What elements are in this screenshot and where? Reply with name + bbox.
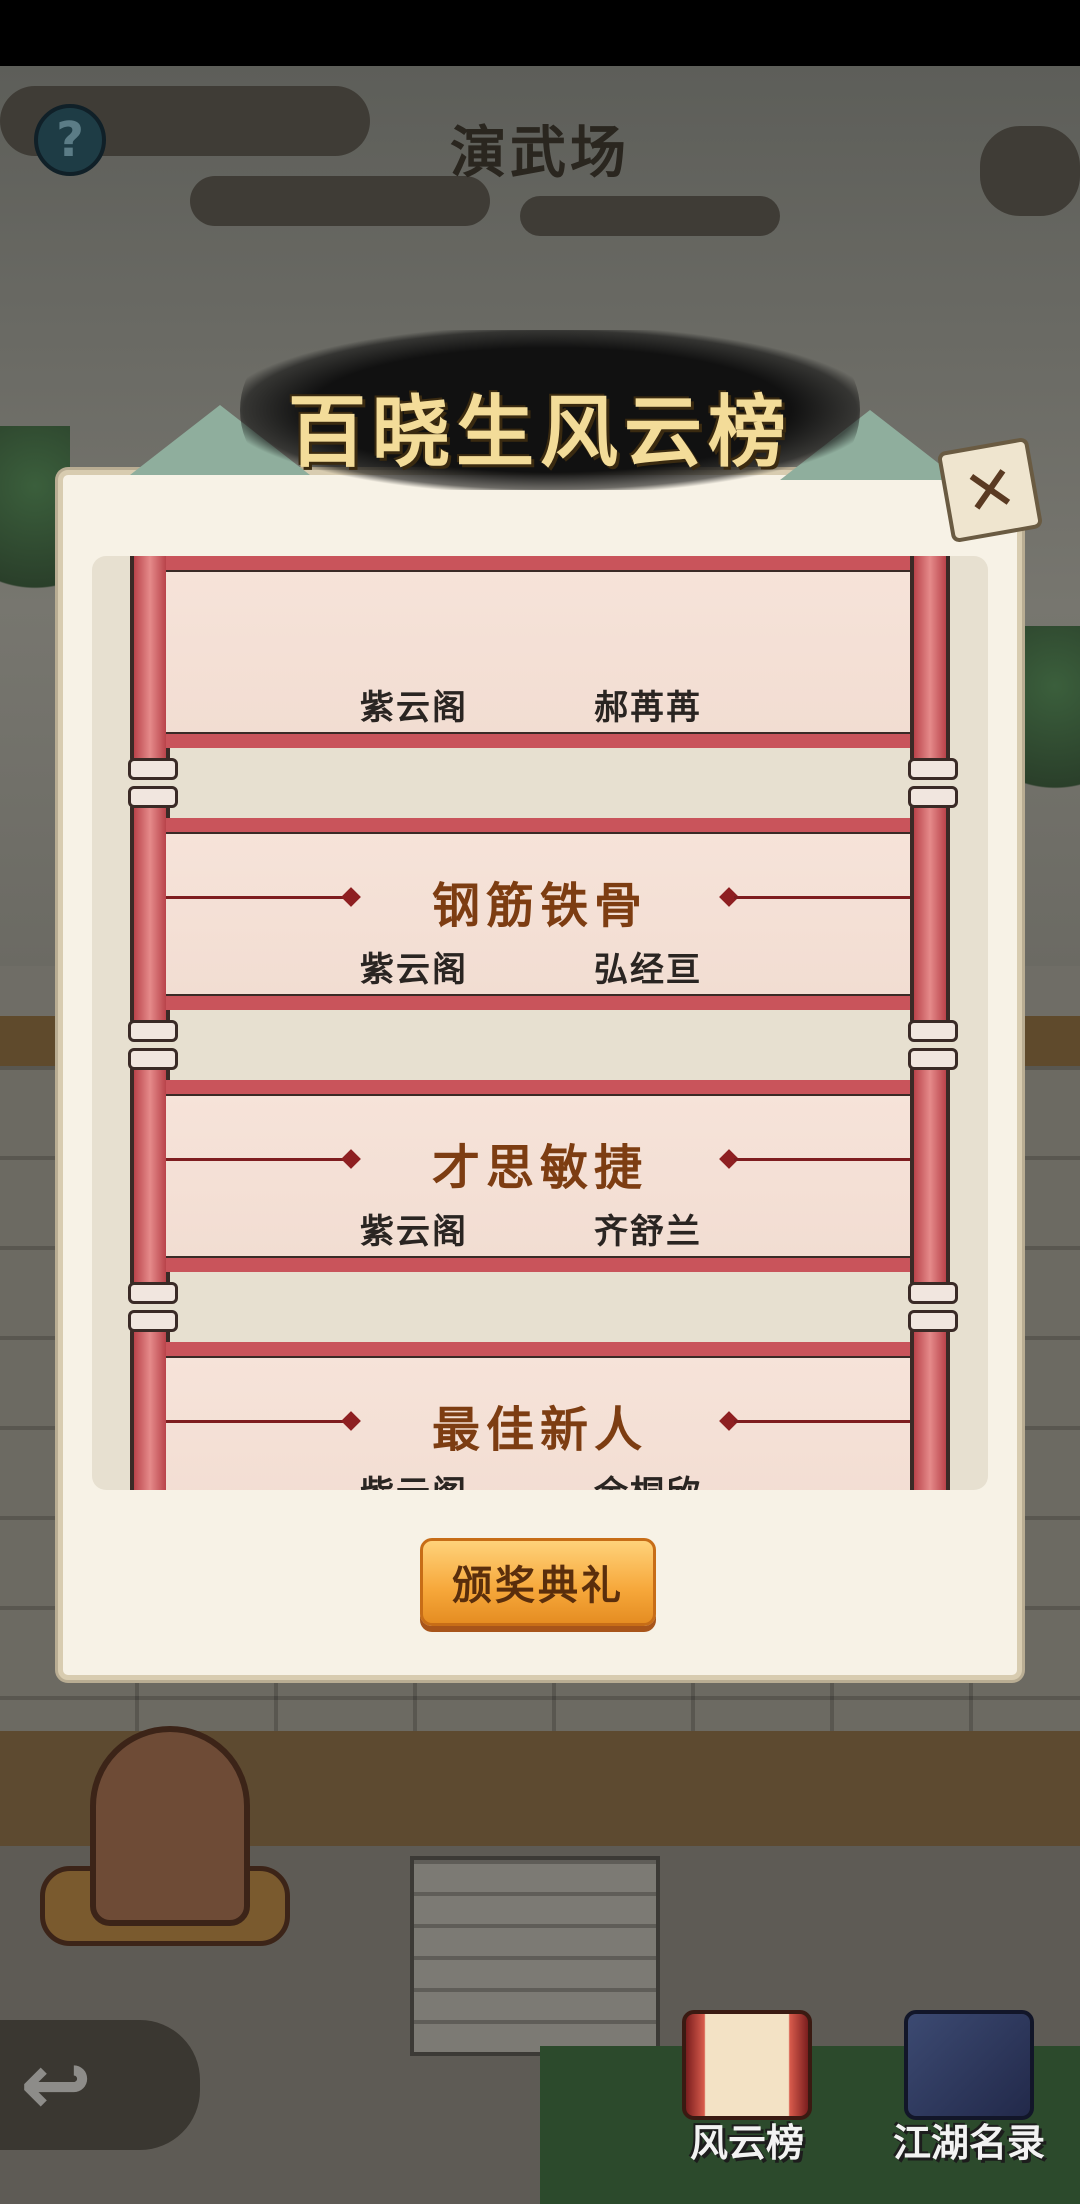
divider-line xyxy=(734,1420,914,1423)
awards-list[interactable]: 紫云阁 郝苒苒 钢筋铁骨 紫云阁 弘经亘 才思敏捷 紫云阁 齐舒兰 最佳新人 xyxy=(92,556,988,1490)
award-winner: 余桐欣 xyxy=(594,1466,702,1490)
scroll-paper: 钢筋铁骨 紫云阁 弘经亘 xyxy=(166,818,914,1010)
nav-jianghu-minglu[interactable]: 江湖名录 xyxy=(874,2000,1064,2170)
scroll-paper: 最佳新人 紫云阁 余桐欣 xyxy=(166,1342,914,1490)
scroll-icon xyxy=(682,2010,812,2120)
divider-line xyxy=(734,1158,914,1161)
nav-label: 江湖名录 xyxy=(892,2121,1045,2165)
back-arrow-icon: ↩ xyxy=(20,2035,93,2135)
dialog-title: 百晓生风云榜 xyxy=(287,387,792,478)
award-sect: 紫云阁 xyxy=(360,1466,468,1490)
scroll-rod xyxy=(128,1310,178,1490)
nav-fengyunbang[interactable]: 风云榜 xyxy=(652,2000,842,2170)
award-scroll-item: 最佳新人 紫云阁 余桐欣 xyxy=(128,1310,958,1490)
stage-stairs xyxy=(410,1856,660,2056)
divider-line xyxy=(734,896,914,899)
award-title: 钢筋铁骨 xyxy=(431,878,648,934)
award-scroll-item: 才思敏捷 紫云阁 齐舒兰 xyxy=(128,1048,958,1304)
award-sect: 紫云阁 xyxy=(360,1212,468,1252)
scroll-rod xyxy=(908,1310,958,1490)
scroll-rod xyxy=(908,786,958,1042)
award-winner: 齐舒兰 xyxy=(594,1212,702,1252)
award-scroll-item: 钢筋铁骨 紫云阁 弘经亘 xyxy=(128,786,958,1042)
war-drum xyxy=(90,1726,250,1926)
award-sect: 紫云阁 xyxy=(360,950,468,990)
scroll-paper: 才思敏捷 紫云阁 齐舒兰 xyxy=(166,1080,914,1272)
status-bar xyxy=(0,0,1080,66)
nav-label: 风云榜 xyxy=(689,2121,804,2165)
scroll-rod xyxy=(128,786,178,1042)
close-icon[interactable]: ✕ xyxy=(936,436,1044,544)
award-sect: 紫云阁 xyxy=(360,688,468,728)
award-scroll-item: 紫云阁 郝苒苒 xyxy=(128,556,958,780)
dialog-banner: 百晓生风云榜 xyxy=(60,330,1020,490)
page-title: 演武场 xyxy=(450,120,630,186)
book-icon xyxy=(904,2010,1034,2120)
back-button[interactable]: ↩ xyxy=(0,2020,200,2150)
scroll-paper: 紫云阁 郝苒苒 xyxy=(166,556,914,748)
bamboo-plant xyxy=(1020,626,1080,826)
award-winner: 弘经亘 xyxy=(594,950,702,990)
scroll-rod xyxy=(128,1048,178,1304)
award-title: 才思敏捷 xyxy=(431,1140,648,1196)
scroll-rod xyxy=(908,556,958,780)
scroll-rod xyxy=(908,1048,958,1304)
award-ceremony-button[interactable]: 颁奖典礼 xyxy=(420,1538,656,1626)
scroll-rod xyxy=(128,556,178,780)
award-title: 最佳新人 xyxy=(431,1402,648,1458)
award-winner: 郝苒苒 xyxy=(594,688,702,728)
